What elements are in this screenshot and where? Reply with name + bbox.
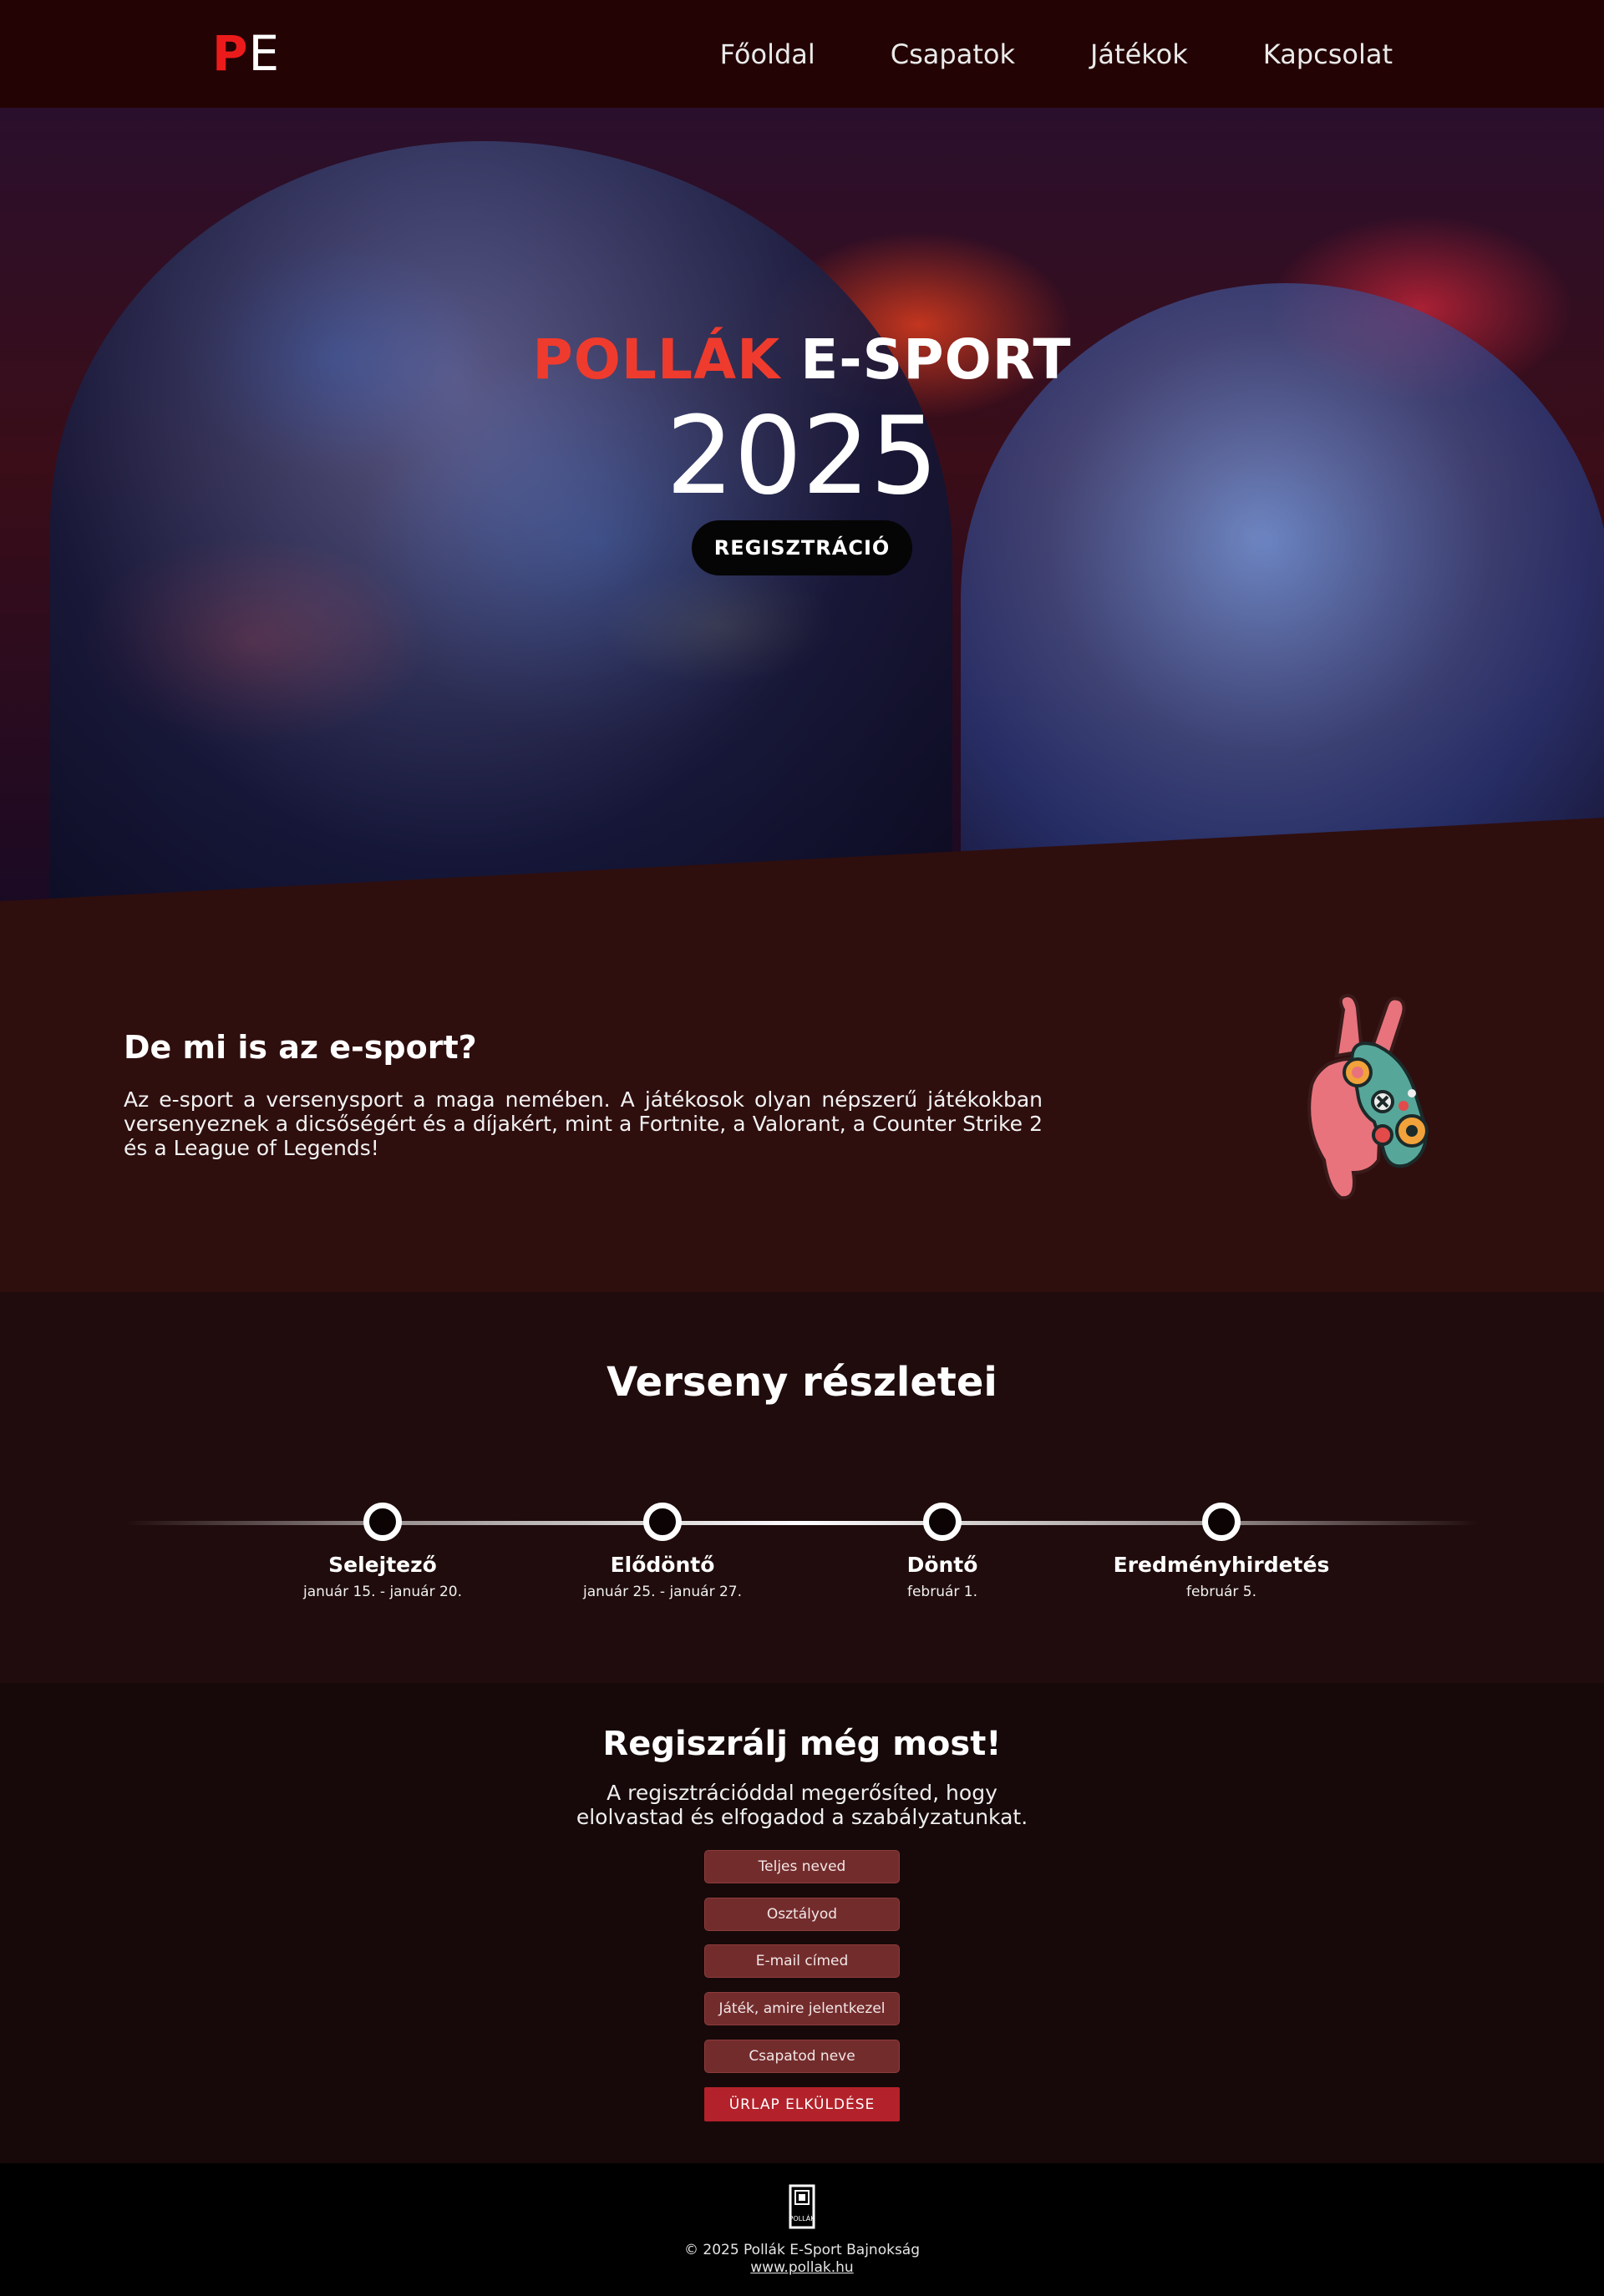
timeline-stage-results: Eredményhirdetés február 5. xyxy=(1096,1503,1347,1600)
stage-date: február 5. xyxy=(1185,1584,1257,1600)
registration-subtitle: A regisztrációddal megerősíted, hogy elo… xyxy=(576,1781,1028,1829)
stage-name: Elődöntő xyxy=(610,1553,715,1577)
stage-date: január 15. - január 20. xyxy=(302,1584,462,1600)
game-field[interactable] xyxy=(704,1992,900,2025)
email-field[interactable] xyxy=(704,1944,900,1978)
timeline-dot xyxy=(643,1503,682,1541)
about-heading: De mi is az e-sport? xyxy=(124,1029,477,1066)
timeline-dot xyxy=(363,1503,402,1541)
competition-details-section: Verseny részletei Selejtező január 15. -… xyxy=(0,1292,1604,1683)
about-section: De mi is az e-sport? Az e-sport a versen… xyxy=(0,901,1604,1292)
site-logo[interactable]: PE xyxy=(212,22,280,85)
stage-name: Eredményhirdetés xyxy=(1113,1553,1330,1577)
full-name-field[interactable] xyxy=(704,1850,900,1883)
hero-title: POLLÁK E-SPORT xyxy=(0,327,1604,393)
footer-copyright: © 2025 Pollák E-Sport Bajnokság xyxy=(683,2242,921,2258)
peace-hand-controller-icon xyxy=(1307,993,1429,1200)
nav-link-contact[interactable]: Kapcsolat xyxy=(1263,38,1393,70)
register-button[interactable]: REGISZTRÁCIÓ xyxy=(692,520,912,575)
pollak-logo-icon: POLLÁK xyxy=(789,2184,816,2229)
top-navbar: PE Főoldal Csapatok Játékok Kapcsolat xyxy=(0,0,1604,108)
timeline-dot xyxy=(1202,1503,1241,1541)
registration-heading: Regiszrálj még most! xyxy=(602,1725,1002,1763)
footer-website-link[interactable]: www.pollak.hu xyxy=(0,2259,1604,2276)
hero-year: 2025 xyxy=(666,394,938,519)
logo-letter-p: P xyxy=(212,25,249,82)
stage-date: február 1. xyxy=(906,1584,978,1600)
hero-title-white: E-SPORT xyxy=(800,327,1072,392)
stage-date: január 25. - január 27. xyxy=(582,1584,742,1600)
timeline-stage-qualifier: Selejtező január 15. - január 20. xyxy=(257,1503,508,1600)
nav-link-home[interactable]: Főoldal xyxy=(720,38,815,70)
nav-link-games[interactable]: Játékok xyxy=(1090,38,1188,70)
main-menu: Főoldal Csapatok Játékok Kapcsolat xyxy=(645,0,1393,108)
stage-name: Selejtező xyxy=(328,1553,437,1577)
footer: POLLÁK © 2025 Pollák E-Sport Bajnokság w… xyxy=(0,2163,1604,2296)
logo-letter-e: E xyxy=(248,25,281,82)
timeline-dot xyxy=(923,1503,962,1541)
class-field[interactable] xyxy=(704,1898,900,1931)
hero-section: POLLÁK E-SPORT 2025 REGISZTRÁCIÓ xyxy=(0,108,1604,901)
about-text: Az e-sport a versenysport a maga nemében… xyxy=(124,1087,1043,1160)
team-name-field[interactable] xyxy=(704,2040,900,2073)
registration-section: Regiszrálj még most! A regisztrációddal … xyxy=(0,1683,1604,2163)
footer-logo-text: POLLÁK xyxy=(789,2213,816,2223)
stage-name: Döntő xyxy=(906,1553,978,1577)
submit-form-button[interactable]: ÜRLAP ELKÜLDÉSE xyxy=(704,2087,900,2121)
hero-title-red: POLLÁK xyxy=(532,327,781,392)
nav-link-teams[interactable]: Csapatok xyxy=(891,38,1015,70)
details-heading: Verseny részletei xyxy=(607,1359,997,1406)
timeline-stage-semifinal: Elődöntő január 25. - január 27. xyxy=(537,1503,788,1600)
timeline-stage-final: Döntő február 1. xyxy=(817,1503,1068,1600)
